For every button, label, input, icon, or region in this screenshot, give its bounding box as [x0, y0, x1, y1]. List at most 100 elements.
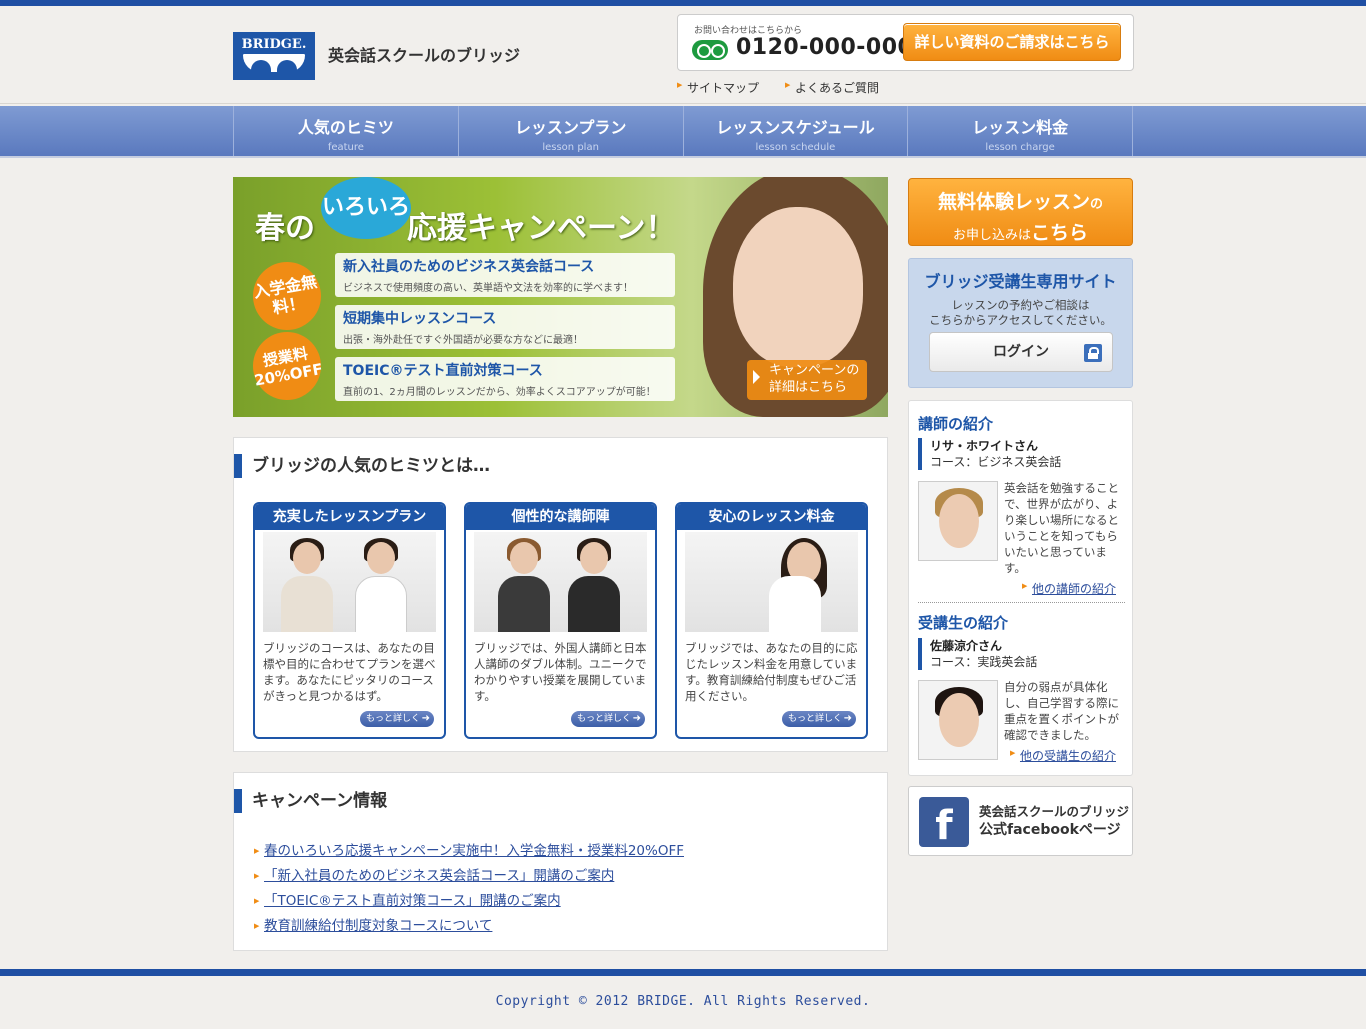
list-item[interactable]: 「新入社員のためのビジネス英会話コース」開講のご案内 — [254, 864, 684, 889]
nav-sublabel: lesson plan — [542, 142, 599, 153]
hero-course-item: TOEIC®テスト直前対策コース 直前の1、2ヵ月間のレッスンだから、効率よくス… — [335, 357, 675, 401]
teacher-comment: 英会話を勉強することで、世界が広がり、より楽しい場所になるということを知ってもら… — [1004, 481, 1119, 575]
bridge-logo-icon — [243, 54, 305, 72]
tuition-discount-badge: 授業料20%OFF — [247, 326, 327, 406]
teacher-course: コース：ビジネス英会話 — [930, 455, 1062, 469]
course-title: 新入社員のためのビジネス英会話コース — [343, 259, 595, 275]
facebook-banner[interactable]: f 英会話スクールのブリッジ 公式facebookページ — [908, 786, 1133, 856]
faq-link[interactable]: よくあるご質問 — [785, 79, 879, 96]
hero-title-post: 応援キャンペーン！ — [407, 211, 676, 246]
course-desc: 出張・海外赴任ですぐ外国語が必要な方などに最適！ — [343, 335, 583, 346]
feature-card-teachers[interactable]: 個性的な講師陣 ブリッジでは、外国人講師と日本人講師のダブル体制。ユニークでわか… — [464, 502, 657, 739]
teacher-section-title: 講師の紹介 — [918, 415, 994, 433]
student-section-title: 受講生の紹介 — [918, 614, 1009, 632]
nav-label: 人気のヒミツ — [297, 118, 394, 137]
more-button[interactable]: もっと詳しく — [360, 711, 434, 727]
logo[interactable]: BRIDGE. — [233, 32, 315, 80]
other-students-link[interactable]: 他の受講生の紹介 — [1010, 747, 1116, 764]
section-title: ブリッジの人気のヒミツとは… — [234, 454, 490, 478]
member-description: レッスンの予約やご相談は こちらからアクセスしてください。 — [909, 298, 1132, 328]
other-teachers-link[interactable]: 他の講師の紹介 — [1022, 580, 1116, 597]
list-item[interactable]: 教育訓練給付制度対象コースについて — [254, 914, 684, 939]
contact-box: お問い合わせはこちらから 0120-000-000 詳しい資料のご請求はこちら — [677, 14, 1134, 71]
list-item[interactable]: 春のいろいろ応援キャンペーン実施中！入学金無料・授業料20%OFF — [254, 839, 684, 864]
hero-speech-bubble: いろいろ — [321, 177, 411, 239]
header-sublinks: サイトマップ よくあるご質問 — [677, 79, 879, 96]
feature-description: ブリッジのコースは、あなたの目標や目的に合わせてプランを選べます。あなたにピッタ… — [263, 641, 436, 703]
features-panel: ブリッジの人気のヒミツとは… 充実したレッスンプラン ブリッジのコースは、あなた… — [233, 437, 888, 752]
trial-sub: お申し込みは — [952, 228, 1031, 243]
feature-description: ブリッジでは、あなたの目的に応じたレッスン料金を用意しています。教育訓練給付制度… — [685, 641, 858, 703]
student-comment: 自分の弱点が具体化し、自己学習する際に重点を置くポイントが確認できました。 — [1004, 680, 1119, 742]
trial-here: こちら — [1031, 222, 1089, 244]
feature-photo — [685, 532, 858, 632]
lock-icon — [1084, 344, 1102, 362]
nav-item-lesson-schedule[interactable]: レッスンスケジュール lesson schedule — [684, 106, 909, 156]
campaign-hero-banner[interactable]: 春の 応援キャンペーン！ いろいろ 入学金無料！ 授業料20%OFF 新入社員のた… — [233, 177, 888, 417]
divider — [918, 602, 1125, 603]
feature-title: 個性的な講師陣 — [466, 504, 655, 530]
facebook-label: 英会話スクールのブリッジ 公式facebookページ — [979, 803, 1129, 839]
feature-card-pricing[interactable]: 安心のレッスン料金 ブリッジでは、あなたの目的に応じたレッスン料金を用意していま… — [675, 502, 868, 739]
feature-title: 充実したレッスンプラン — [255, 504, 444, 530]
hero-title-pre: 春の — [255, 211, 315, 246]
member-title: ブリッジ受講生専用サイト — [924, 272, 1117, 291]
nav-label: レッスンスケジュール — [716, 118, 875, 137]
facebook-line2: 公式facebookページ — [979, 822, 1121, 838]
sitemap-link[interactable]: サイトマップ — [677, 79, 759, 96]
campaign-panel: キャンペーン情報 春のいろいろ応援キャンペーン実施中！入学金無料・授業料20%O… — [233, 772, 888, 951]
global-nav: 人気のヒミツ feature レッスンプラン lesson plan レッスンス… — [0, 106, 1366, 158]
course-title: TOEIC®テスト直前対策コース — [343, 363, 543, 379]
student-name: 佐藤涼介さん — [930, 639, 1003, 653]
teacher-avatar — [918, 481, 998, 561]
campaign-link[interactable]: 春のいろいろ応援キャンペーン実施中！入学金無料・授業料20%OFF — [264, 843, 684, 859]
campaign-link[interactable]: 「新入社員のためのビジネス英会話コース」開講のご案内 — [264, 868, 614, 884]
request-brochure-button[interactable]: 詳しい資料のご請求はこちら — [903, 23, 1121, 61]
nav-item-lesson-plan[interactable]: レッスンプラン lesson plan — [459, 106, 684, 156]
course-title: 短期集中レッスンコース — [343, 311, 497, 327]
feature-title: 安心のレッスン料金 — [677, 504, 866, 530]
trial-line1: 無料体験レッスンの — [909, 187, 1132, 214]
section-title: キャンペーン情報 — [234, 789, 387, 813]
nav-label: レッスンプラン — [514, 118, 627, 137]
free-enrollment-badge: 入学金無料！ — [247, 256, 327, 336]
campaign-link[interactable]: 教育訓練給付制度対象コースについて — [264, 918, 492, 934]
campaign-link[interactable]: 「TOEIC®テスト直前対策コース」開講のご案内 — [264, 893, 561, 909]
list-item[interactable]: 「TOEIC®テスト直前対策コース」開講のご案内 — [254, 889, 684, 914]
nav-label: レッスン料金 — [972, 118, 1069, 137]
nav-sublabel: feature — [327, 142, 364, 153]
login-label: ログイン — [993, 344, 1049, 360]
campaign-list: 春のいろいろ応援キャンペーン実施中！入学金無料・授業料20%OFF 「新入社員の… — [254, 839, 684, 939]
facebook-icon: f — [919, 797, 969, 849]
feature-description: ブリッジでは、外国人講師と日本人講師のダブル体制。ユニークでわかりやすい授業を展… — [474, 641, 647, 703]
student-avatar — [918, 680, 998, 760]
site-name: 英会話スクールのブリッジ — [328, 46, 521, 65]
freedial-icon — [692, 40, 728, 60]
more-button[interactable]: もっと詳しく — [571, 711, 645, 727]
nav-item-lesson-charge[interactable]: レッスン料金 lesson charge — [908, 106, 1133, 156]
login-button[interactable]: ログイン — [929, 332, 1113, 372]
free-trial-button[interactable]: 無料体験レッスンの お申し込みはこちら — [908, 178, 1133, 246]
trial-line2: お申し込みはこちら — [909, 218, 1132, 245]
course-desc: ビジネスで使用頻度の高い、英単語や文法を効率的に学べます！ — [343, 283, 633, 294]
trial-particle: の — [1090, 197, 1104, 212]
student-info: 佐藤涼介さん コース：実践英会話 — [918, 638, 1037, 670]
teacher-info: リサ・ホワイトさん コース：ビジネス英会話 — [918, 438, 1061, 470]
feature-card-lesson-plan[interactable]: 充実したレッスンプラン ブリッジのコースは、あなたの目標や目的に合わせてプランを… — [253, 502, 446, 739]
hero-course-item: 短期集中レッスンコース 出張・海外赴任ですぐ外国語が必要な方などに最適！ — [335, 305, 675, 349]
student-course: コース：実践英会話 — [930, 655, 1038, 669]
more-button[interactable]: もっと詳しく — [782, 711, 856, 727]
hero-model-face — [733, 207, 863, 367]
phone-number[interactable]: 0120-000-000 — [736, 35, 913, 60]
feature-photo — [263, 532, 436, 632]
copyright: Copyright © 2012 BRIDGE. All Rights Rese… — [495, 994, 871, 1009]
teacher-name: リサ・ホワイトさん — [930, 439, 1039, 453]
nav-sublabel: lesson charge — [985, 142, 1055, 153]
campaign-detail-button[interactable]: キャンペーンの詳細はこちら — [747, 360, 867, 400]
nav-sublabel: lesson schedule — [755, 142, 836, 153]
member-site-box: ブリッジ受講生専用サイト レッスンの予約やご相談は こちらからアクセスしてくださ… — [908, 258, 1133, 388]
nav-item-feature[interactable]: 人気のヒミツ feature — [234, 106, 459, 156]
logo-text: BRIDGE. — [241, 37, 307, 52]
member-desc-line: こちらからアクセスしてください。 — [929, 313, 1112, 327]
feature-photo — [474, 532, 647, 632]
